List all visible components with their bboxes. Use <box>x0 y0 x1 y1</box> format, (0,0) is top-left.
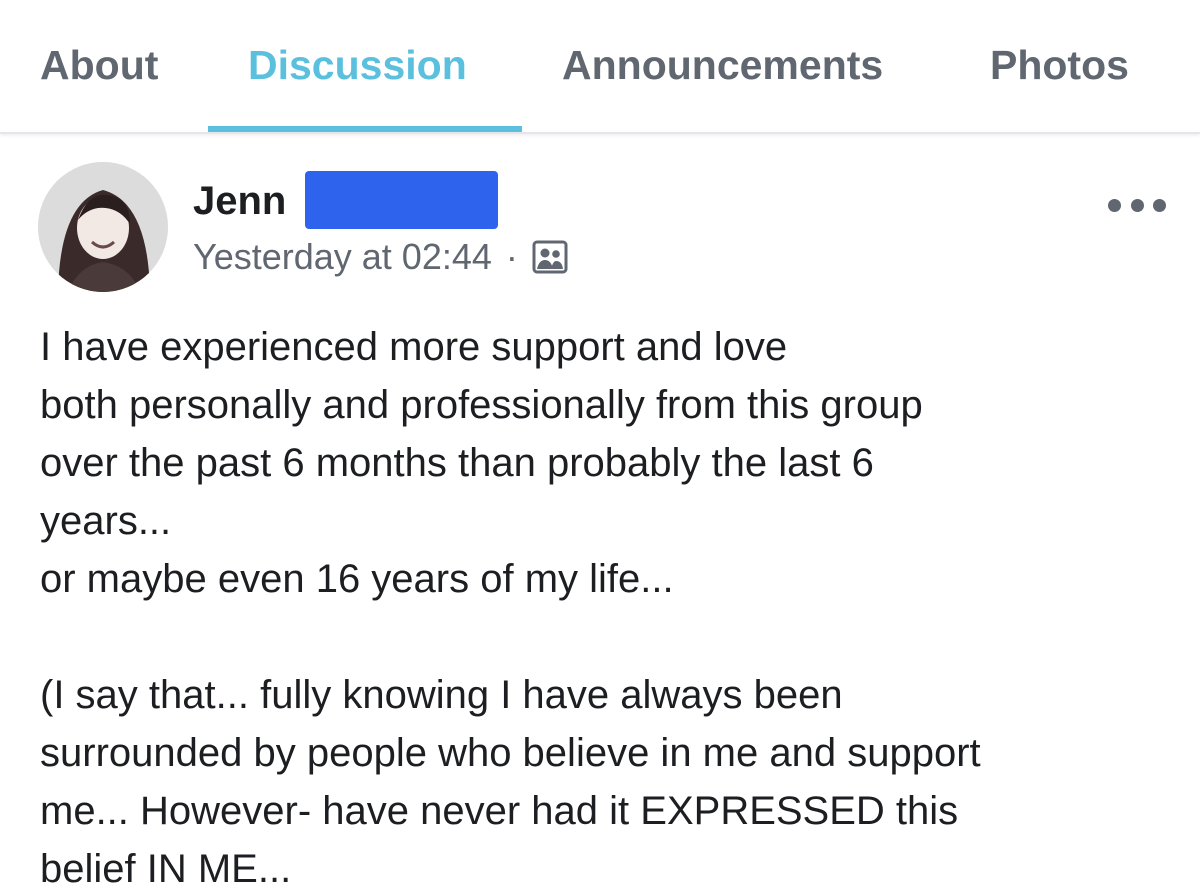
post-body-text: I have experienced more support and love… <box>40 318 1170 891</box>
post-body-line: I have experienced more support and love <box>40 325 788 369</box>
avatar-photo <box>38 162 168 292</box>
group-members-icon <box>532 239 568 275</box>
active-tab-indicator <box>208 126 522 132</box>
post-body-line: (I say that... fully knowing I have alwa… <box>40 673 843 717</box>
meta-separator: · <box>505 236 518 277</box>
group-tab-bar: About Discussion Announcements Photos <box>0 0 1200 134</box>
tab-photos[interactable]: Photos <box>990 40 1129 90</box>
post-timestamp[interactable]: Yesterday at 02:44 <box>193 234 492 280</box>
post-author-name[interactable]: Jenn <box>193 178 286 224</box>
post-body-line: surrounded by people who believe in me a… <box>40 731 981 775</box>
post-body-line: belief IN ME... <box>40 847 292 891</box>
post-body-line: me... However- have never had it EXPRESS… <box>40 789 959 833</box>
post-meta: Yesterday at 02:44 · <box>193 234 568 280</box>
redacted-last-name <box>305 171 498 229</box>
more-options-icon[interactable] <box>1108 190 1166 220</box>
author-avatar[interactable] <box>38 162 168 292</box>
post-body-line: both personally and professionally from … <box>40 383 923 427</box>
post-body-line: over the past 6 months than probably the… <box>40 441 874 485</box>
post-body-line <box>40 608 1170 666</box>
tab-discussion[interactable]: Discussion <box>248 40 467 90</box>
group-post-screen: About Discussion Announcements Photos Je… <box>0 0 1200 891</box>
post-body-line: years... <box>40 499 172 543</box>
tab-announcements[interactable]: Announcements <box>562 40 883 90</box>
tab-about[interactable]: About <box>40 40 158 90</box>
post-body-line: or maybe even 16 years of my life... <box>40 557 674 601</box>
